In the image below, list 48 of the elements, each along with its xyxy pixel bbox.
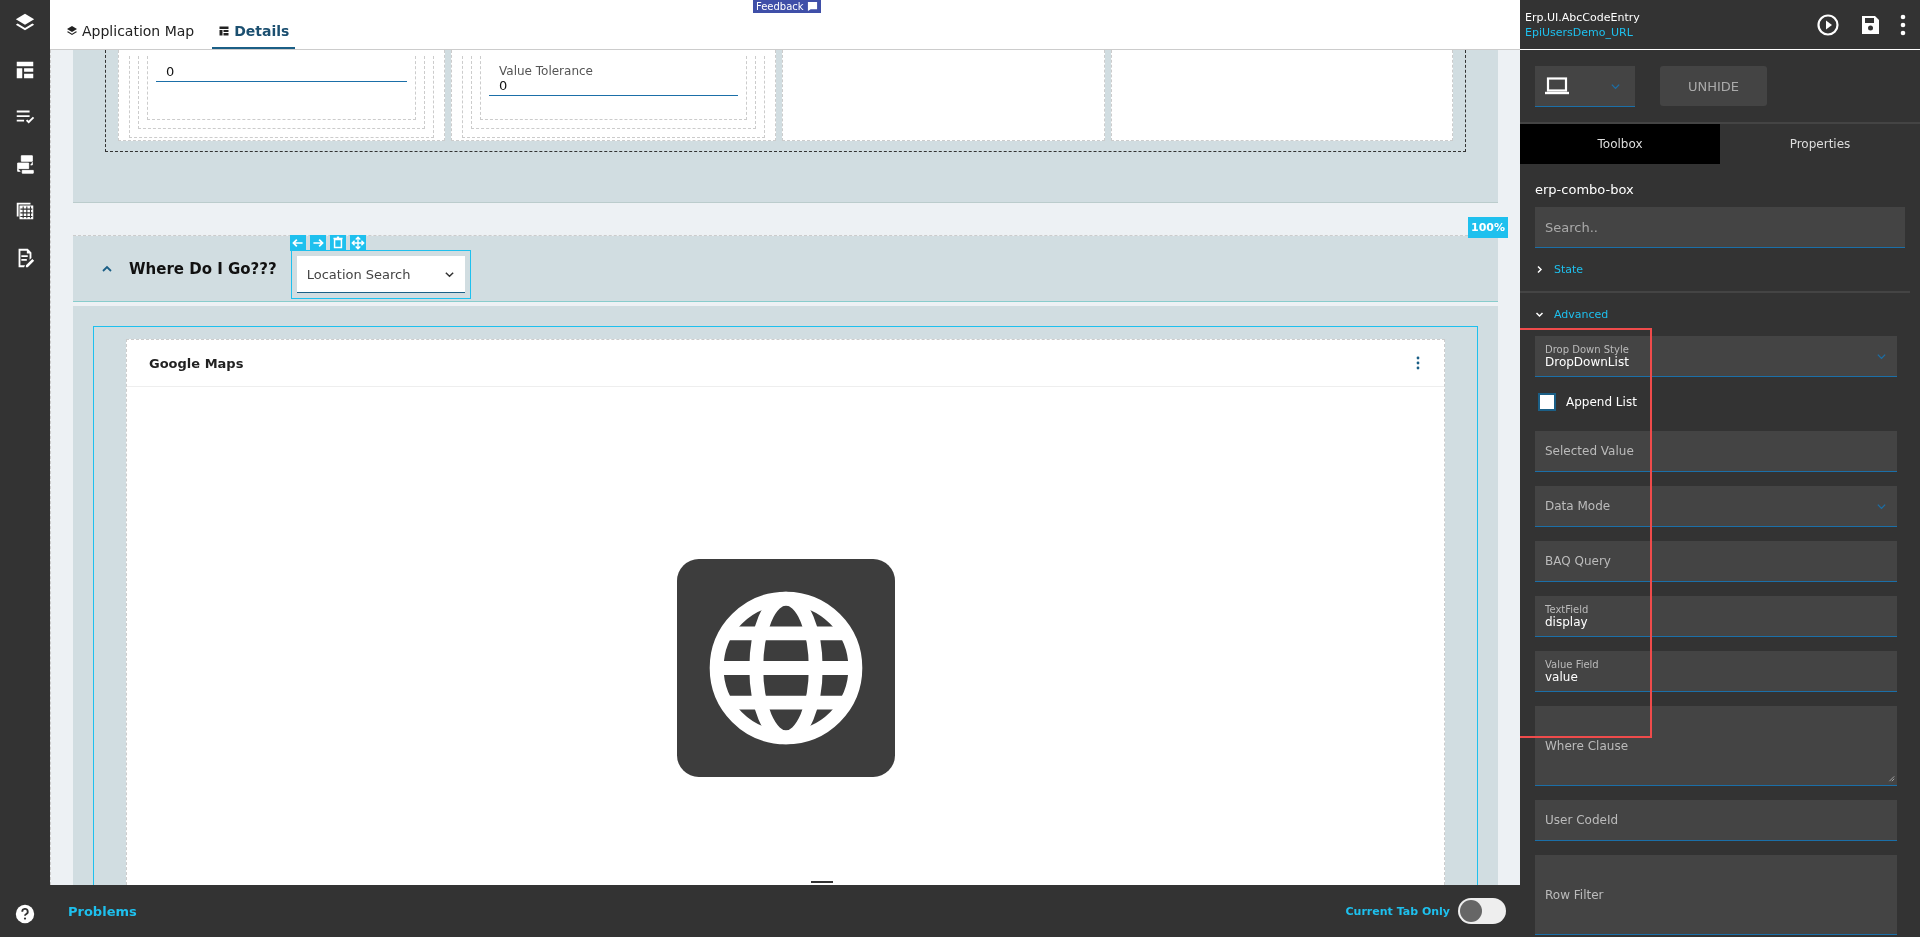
problems-link[interactable]: Problems	[68, 903, 137, 919]
kebab-icon[interactable]	[1900, 12, 1906, 37]
checkbox-label: Append List	[1566, 395, 1637, 409]
panel-tab[interactable]: Toolbox	[1520, 124, 1720, 164]
text-field[interactable]: Value Field value	[1535, 651, 1897, 692]
component-name: erp-combo-box	[1534, 181, 1635, 199]
play-icon[interactable]	[1816, 12, 1840, 37]
layout-icon[interactable]	[14, 59, 36, 81]
combo-box[interactable]: Location Search	[296, 256, 465, 293]
panel-tab[interactable]: Properties	[1720, 124, 1920, 164]
text-area[interactable]: Where Clause	[1535, 706, 1897, 786]
toggle-switch[interactable]	[1458, 898, 1506, 924]
device-dropdown[interactable]	[1535, 66, 1635, 107]
chat-icon	[806, 1, 818, 12]
kebab-icon[interactable]	[1416, 356, 1420, 370]
section-toggle[interactable]: Advanced	[1520, 293, 1920, 336]
text-field[interactable]: TextField display	[1535, 596, 1897, 637]
table-icon	[218, 25, 231, 37]
resize-handle[interactable]	[811, 881, 833, 883]
grid-icon[interactable]	[14, 200, 36, 222]
toggle-label: Current Tab Only	[1345, 904, 1450, 918]
dropdown-field[interactable]: Drop Down Style DropDownList	[1535, 336, 1897, 377]
form-title: Erp.UI.AbcCodeEntry	[1525, 10, 1640, 24]
chevron-down-icon	[1876, 351, 1887, 362]
text-field[interactable]: BAQ Query	[1535, 541, 1897, 582]
designer-tab[interactable]: Application Map	[60, 23, 201, 49]
layer-name-link[interactable]: EpiUsersDemo_URL	[1525, 25, 1640, 39]
layers-icon	[66, 25, 78, 37]
zoom-badge: 100%	[1468, 217, 1508, 238]
unhide-button[interactable]: UNHIDE	[1660, 66, 1767, 106]
chevron-down-icon	[1876, 501, 1887, 512]
resize-grip-icon[interactable]	[1887, 774, 1895, 782]
dropdown-field[interactable]: Data Mode	[1535, 486, 1897, 527]
laptop-icon	[1545, 77, 1569, 95]
chevron-icon	[1535, 310, 1544, 319]
section-toggle[interactable]: State	[1520, 248, 1910, 291]
checkbox[interactable]	[1538, 393, 1556, 411]
feedback-tab[interactable]: Feedback	[753, 0, 821, 13]
chevron-icon	[1535, 265, 1544, 274]
help-icon[interactable]	[14, 903, 36, 925]
flow-icon[interactable]	[14, 153, 36, 175]
group-title: Where Do I Go???	[129, 259, 277, 278]
text-field[interactable]: User CodeId	[1535, 800, 1897, 841]
text-field[interactable]: Selected Value	[1535, 431, 1897, 472]
card-title: Google Maps	[149, 355, 244, 371]
globe-icon	[676, 559, 895, 777]
text-area[interactable]: Row Filter	[1535, 855, 1897, 935]
search-field[interactable]: Search..	[1535, 207, 1905, 248]
